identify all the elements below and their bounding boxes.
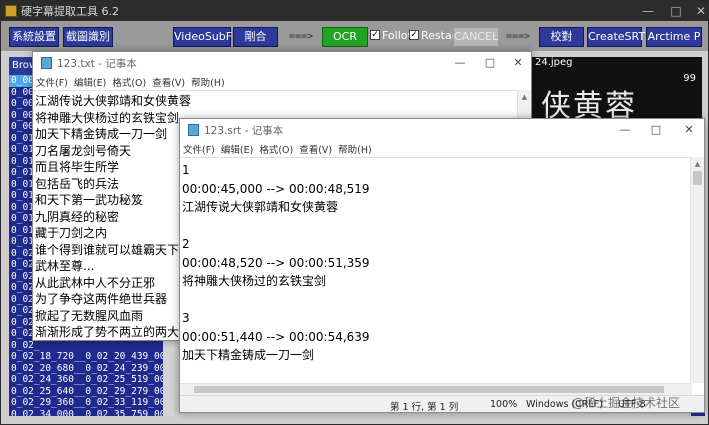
srt-line: 加天下精金铸成一刀一剑 [182, 348, 315, 362]
srt-line: 00:00:51,440 --> 00:00:54,639 [182, 329, 370, 344]
maximize-icon[interactable]: □ [641, 119, 671, 141]
srt-line [182, 217, 690, 236]
proofread-button[interactable]: 校對 [539, 27, 584, 47]
close-icon[interactable]: ✕ [674, 119, 704, 141]
menu-format[interactable]: 格式(O) [112, 75, 146, 89]
hscroll-thumb[interactable] [194, 386, 664, 393]
srt-line [182, 365, 690, 384]
menu-format[interactable]: 格式(O) [259, 142, 293, 156]
app-icon [5, 5, 17, 17]
srt-line [182, 291, 690, 310]
close-icon[interactable]: ✕ [687, 1, 709, 21]
list-item[interactable]: 0_02_25_640__0_02_29_279_00511 [9, 386, 174, 398]
videosubf-button[interactable]: VideoSubF [173, 27, 232, 47]
watermark: @稀土掘金技术社区 [572, 396, 681, 410]
maximize-icon[interactable]: □ [662, 1, 690, 21]
srt-line: 将神雕大侠杨过的玄铁宝剑 [182, 274, 327, 288]
menu-view[interactable]: 查看(V) [152, 75, 185, 89]
list-item[interactable]: 0_02_34_000__0_02_35_759_00511 [9, 409, 174, 417]
arctime-button[interactable]: Arctime P [646, 27, 702, 47]
app-title: 硬字幕提取工具 6.2 [21, 5, 119, 18]
notepad-txt-menubar: 文件(F) 编辑(E) 格式(O) 查看(V) 帮助(H) [33, 74, 531, 90]
notepad-icon [188, 124, 199, 136]
settings-button[interactable]: 系統設置 [9, 27, 59, 47]
maximize-icon[interactable]: □ [475, 52, 505, 74]
list-item[interactable]: 0_02_29_360__0_02_33_119_00511 [9, 397, 174, 409]
create-srt-button[interactable]: CreateSRT [587, 27, 645, 47]
srt-line: 00:00:48,520 --> 00:00:51,359 [182, 255, 370, 270]
srt-line: 1 [182, 163, 190, 177]
notepad-srt-editor[interactable]: 1 00:00:45,000 --> 00:00:48,519 江湖传说大侠郭靖和女… [180, 157, 690, 383]
notepad-srt-menubar: 文件(F) 编辑(E) 格式(O) 查看(V) 帮助(H) [180, 141, 704, 157]
list-item[interactable]: 0_02_24_360__0_02_25_519_00511 [9, 374, 174, 386]
srt-line: 3 [182, 311, 190, 325]
minimize-icon[interactable]: — [610, 119, 640, 141]
minimize-icon[interactable]: — [634, 1, 662, 21]
text-line: 江湖传说大侠郭靖和女侠黄蓉 [35, 94, 192, 108]
scroll-thumb[interactable] [693, 171, 702, 185]
close-icon[interactable]: ✕ [503, 52, 533, 74]
menu-edit[interactable]: 编辑(E) [221, 142, 253, 156]
list-item[interactable]: 0_02_ [9, 340, 174, 352]
notepad-srt-titlebar: 123.srt - 记事本 — □ ✕ [180, 119, 704, 141]
menu-view[interactable]: 查看(V) [299, 142, 332, 156]
cursor-position: 第 1 行, 第 1 列 [390, 402, 459, 413]
notepad-txt-titlebar: 123.txt - 记事本 — □ ✕ [33, 52, 531, 74]
notepad-srt-window: 123.srt - 记事本 — □ ✕ 文件(F) 编辑(E) 格式(O) 查看… [179, 118, 705, 413]
restart-checkbox[interactable]: ✓ [409, 30, 419, 40]
notepad-icon [41, 57, 52, 69]
minimize-icon[interactable]: — [445, 52, 475, 74]
srt-line: 2 [182, 237, 190, 251]
menu-help[interactable]: 帮助(H) [191, 75, 225, 89]
list-item[interactable]: 0_02_20_680__0_02_24_239_00511 [9, 363, 174, 375]
zoom-level: 100% [490, 399, 518, 410]
cancel-button[interactable]: CANCEL [453, 27, 499, 47]
srt-line: 00:00:45,000 --> 00:00:48,519 [182, 181, 370, 196]
ocr-button[interactable]: OCR [322, 27, 368, 47]
menu-file[interactable]: 文件(F) [183, 142, 215, 156]
menu-edit[interactable]: 编辑(E) [74, 75, 106, 89]
preview-number: 99 [683, 73, 696, 84]
arrow-2: ===> [506, 31, 531, 42]
notepad-srt-title: 123.srt - 记事本 [204, 124, 284, 137]
list-item[interactable]: 0_02_18_720__0_02_20_439_00511 [9, 351, 174, 363]
app-titlebar: 硬字幕提取工具 6.2 — □ ✕ [1, 1, 708, 21]
merge-button[interactable]: 剛合 [233, 27, 278, 47]
preview-filename: 24.jpeg [535, 57, 573, 68]
screenshot-recognition-button[interactable]: 截圖識別 [63, 27, 113, 47]
toolbar: 系統設置 截圖識別 VideoSubF 剛合 ===> OCR ✓ Follow… [1, 21, 708, 51]
menu-help[interactable]: 帮助(H) [338, 142, 372, 156]
scroll-up-icon[interactable]: ▲ [691, 157, 704, 171]
notepad-txt-title: 123.txt - 记事本 [57, 57, 137, 70]
arrow-1: ===> [289, 31, 314, 42]
scroll-up-icon[interactable]: ▲ [518, 90, 531, 104]
srt-line: 江湖传说大侠郭靖和女侠黄蓉 [182, 200, 339, 214]
follow-checkbox[interactable]: ✓ [370, 30, 380, 40]
menu-file[interactable]: 文件(F) [36, 75, 68, 89]
notepad-srt-scrollbar[interactable]: ▲ [690, 157, 704, 383]
